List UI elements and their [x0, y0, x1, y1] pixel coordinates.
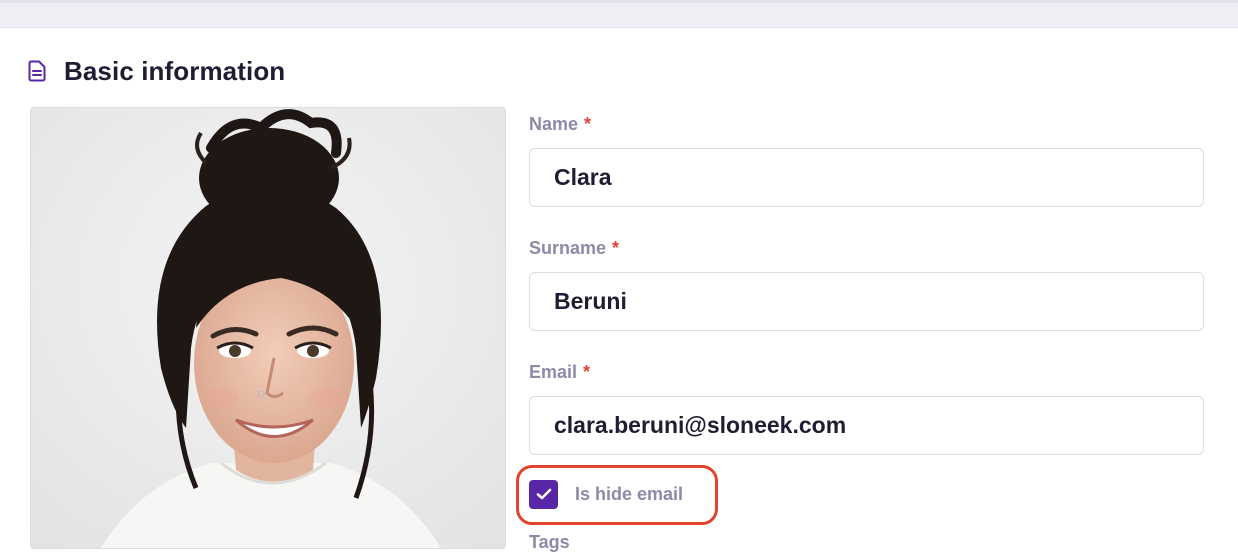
required-asterisk: *: [583, 362, 591, 382]
highlight-annotation: [516, 465, 718, 525]
email-input[interactable]: [529, 396, 1204, 455]
required-asterisk: *: [584, 114, 592, 134]
surname-label: Surname *: [529, 238, 619, 259]
surname-label-text: Surname: [529, 238, 607, 258]
profile-photo-image: [31, 108, 505, 548]
required-asterisk: *: [612, 238, 620, 258]
email-label-text: Email: [529, 362, 578, 382]
section-header: Basic information: [28, 55, 285, 87]
surname-input[interactable]: [529, 272, 1204, 331]
tags-label: Tags: [529, 532, 570, 552]
top-bar: [0, 0, 1238, 28]
email-label: Email *: [529, 362, 590, 383]
section-title: Basic information: [64, 55, 286, 86]
name-label-text: Name: [529, 114, 579, 134]
name-label: Name *: [529, 114, 591, 135]
profile-photo[interactable]: [30, 107, 506, 549]
name-input[interactable]: [529, 148, 1204, 207]
document-icon: [28, 60, 46, 82]
